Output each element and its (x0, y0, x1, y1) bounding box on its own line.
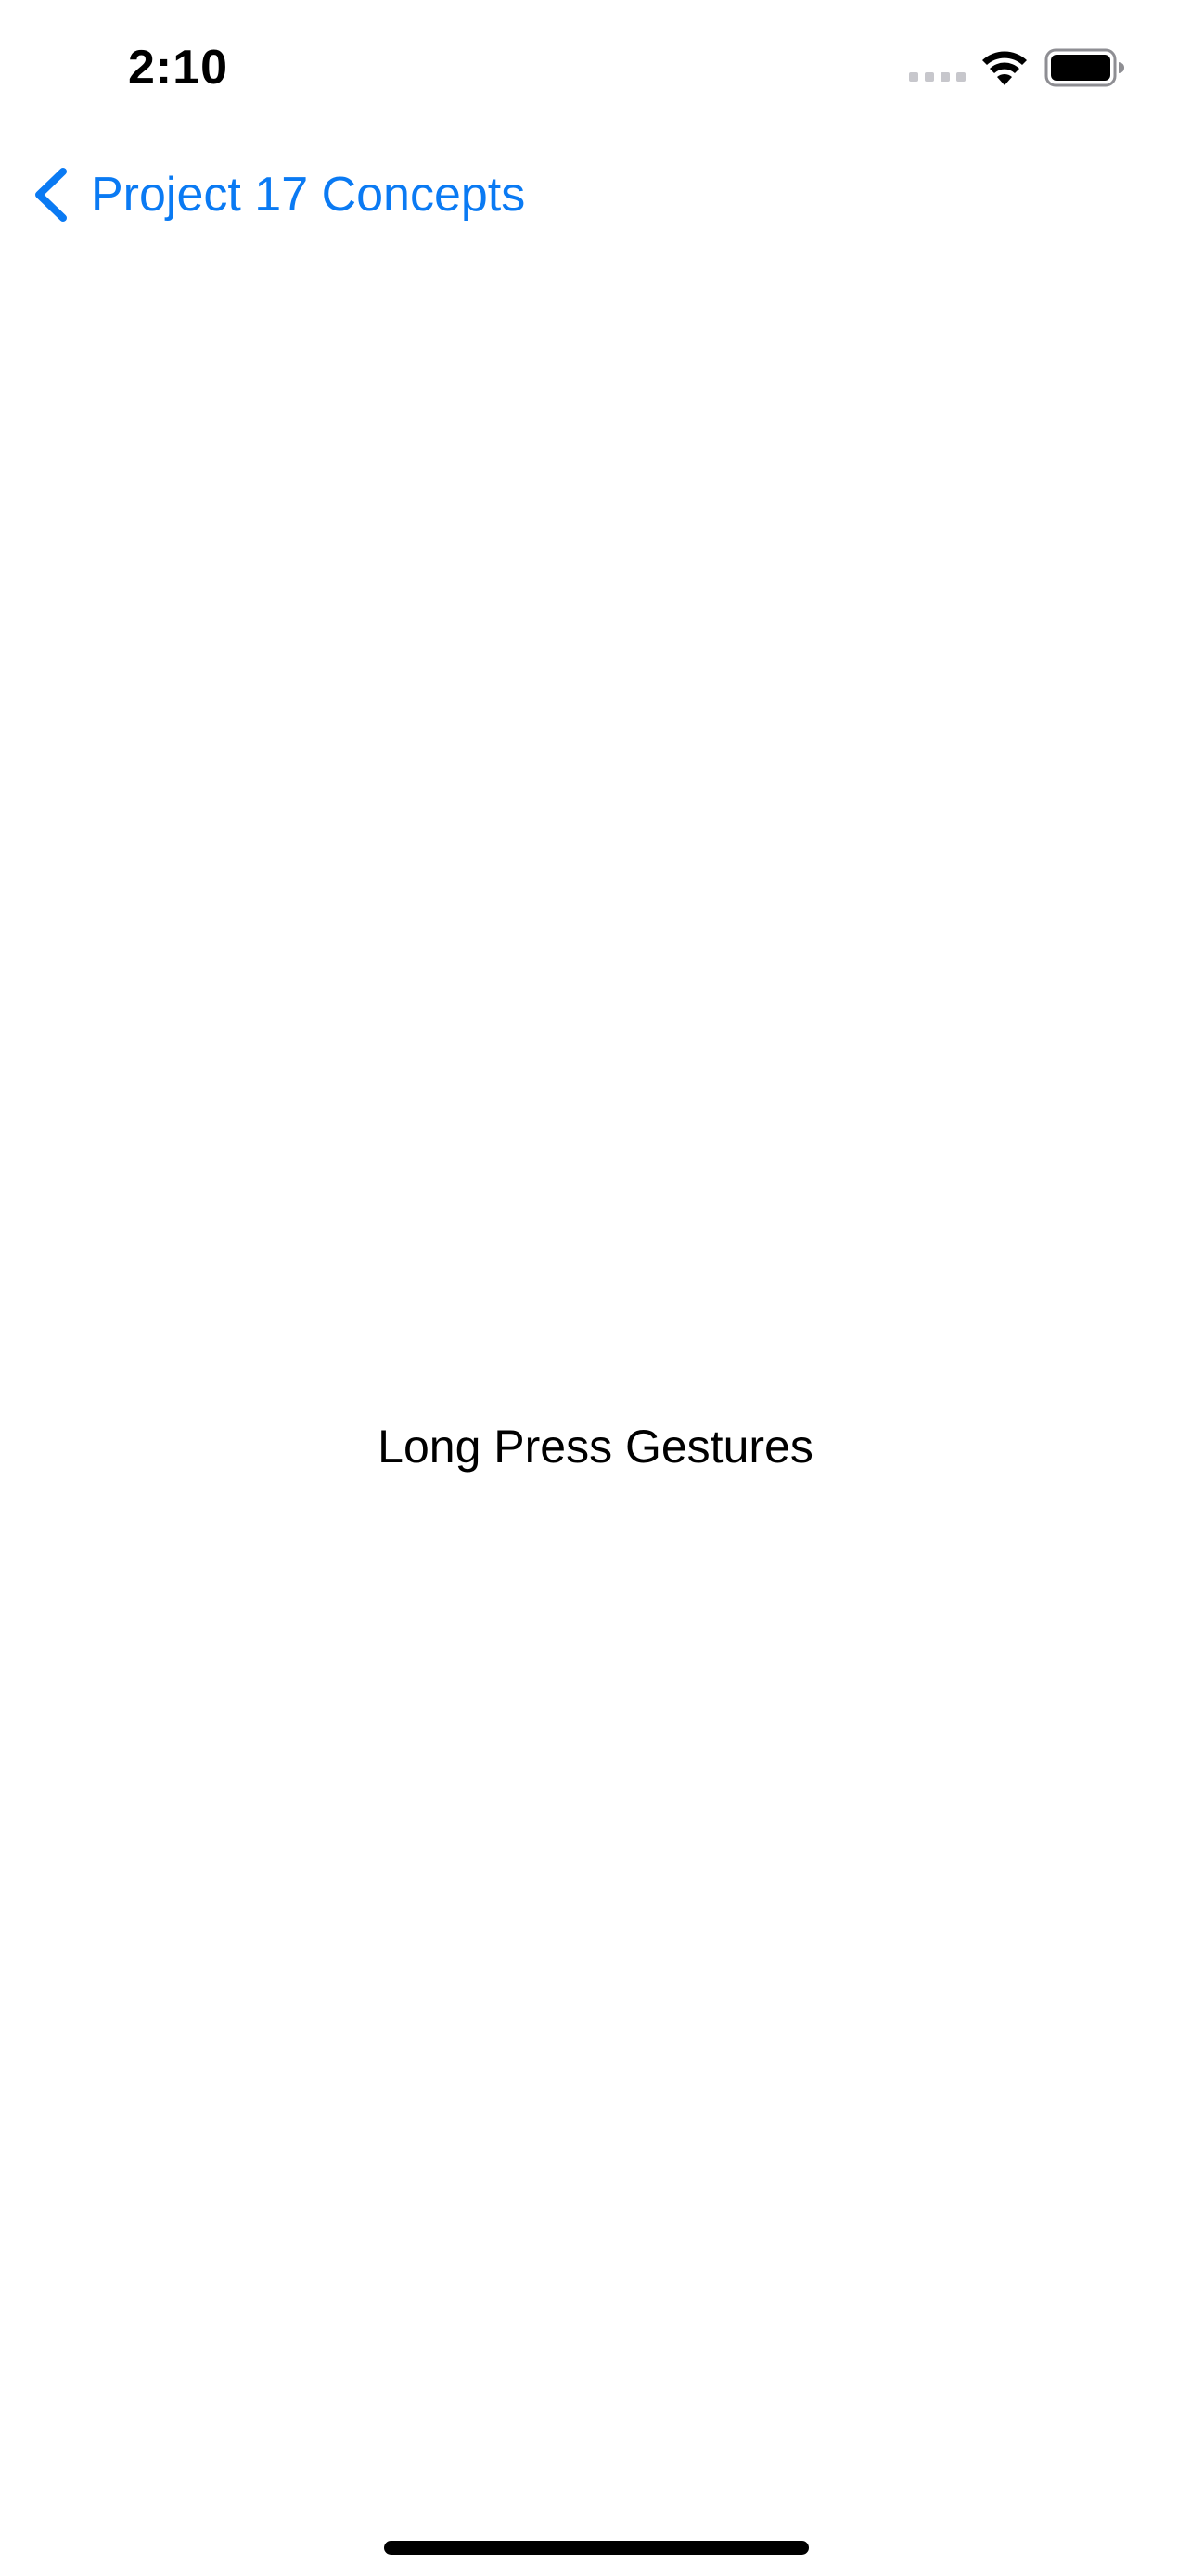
back-button-label: Project 17 Concepts (91, 168, 526, 222)
content-area: Long Press Gestures (0, 1391, 1191, 1502)
battery-icon (1044, 48, 1124, 87)
cellular-signal-icon (909, 72, 966, 82)
navigation-bar: Project 17 Concepts (0, 148, 1191, 241)
chevron-left-icon (35, 168, 67, 222)
back-button[interactable]: Project 17 Concepts (28, 148, 525, 241)
status-bar: 2:10 (0, 0, 1191, 130)
long-press-gestures-text[interactable]: Long Press Gestures (378, 1419, 813, 1474)
home-indicator[interactable] (384, 2541, 809, 2555)
status-time: 2:10 (128, 41, 229, 95)
wifi-icon (982, 51, 1027, 85)
